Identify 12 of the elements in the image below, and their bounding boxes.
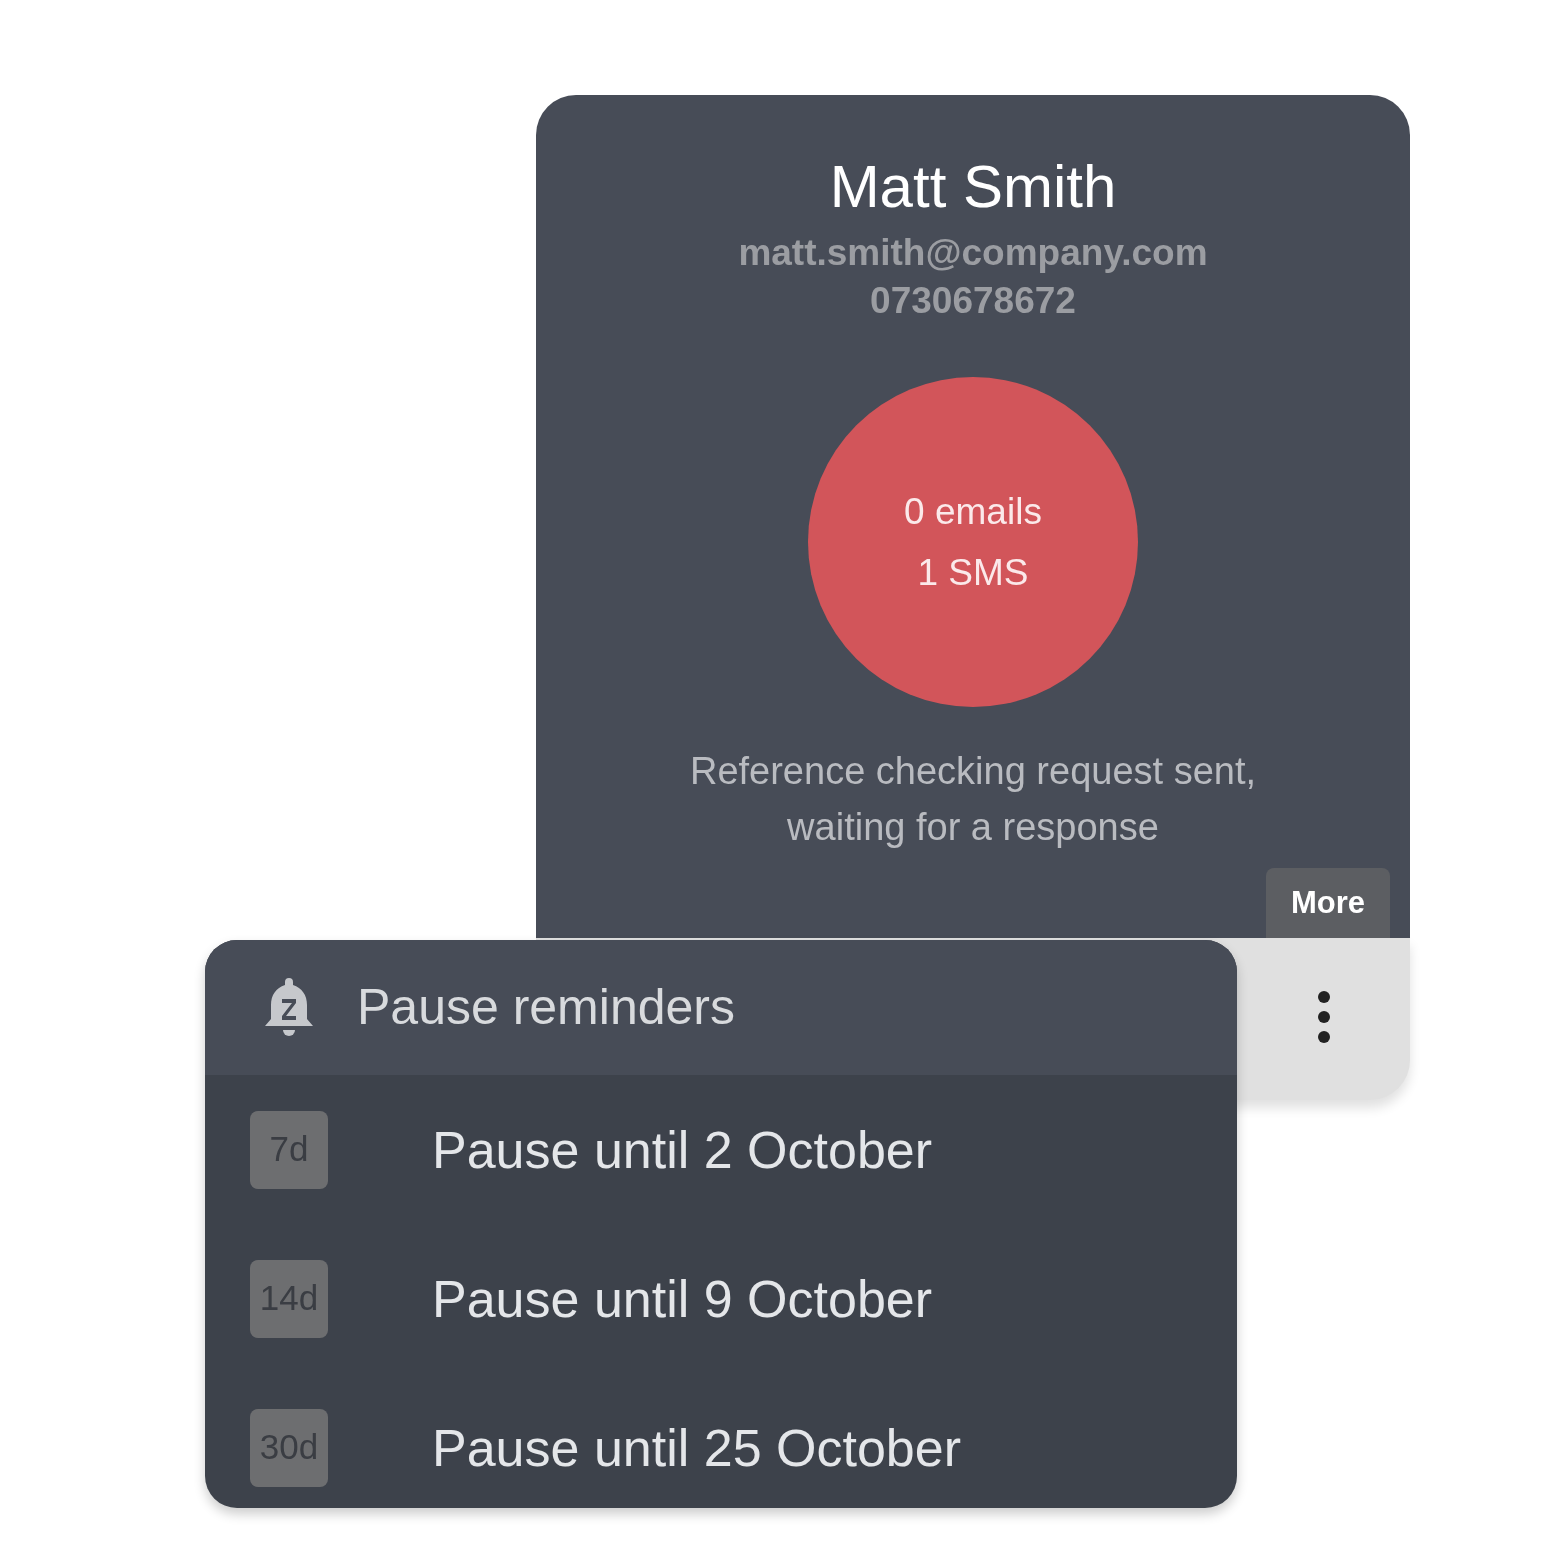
contact-name: Matt Smith bbox=[829, 152, 1117, 217]
kebab-menu-icon bbox=[1316, 990, 1332, 1044]
more-button[interactable]: More bbox=[1265, 867, 1390, 938]
menu-item-label: Pause until 2 October bbox=[432, 1119, 933, 1181]
contact-phone: 0730678672 bbox=[870, 279, 1076, 324]
stat-count: 0 emails bbox=[904, 490, 1042, 535]
status-message: Reference checking request sent, waiting for a response bbox=[688, 749, 1258, 851]
menu-item-label: Pause until 25 October bbox=[432, 1417, 961, 1479]
menu-item-label: Pause until 9 October bbox=[432, 1268, 933, 1330]
contact-email: matt.smith@company.com bbox=[738, 231, 1208, 275]
stat-count: 1 SMS bbox=[917, 551, 1029, 596]
menu-title: Pause reminders bbox=[357, 978, 735, 1037]
